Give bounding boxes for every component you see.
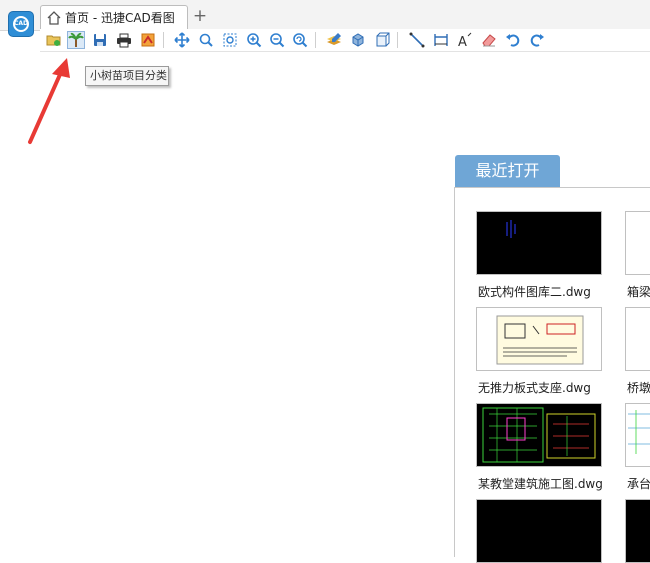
- tree-icon[interactable]: [67, 31, 85, 49]
- zoom-out-icon[interactable]: [268, 31, 286, 49]
- toolbar-tooltip: 小树苗项目分类: [85, 66, 169, 86]
- cube-icon[interactable]: [373, 31, 391, 49]
- recent-file-thumbnail[interactable]: [476, 211, 602, 275]
- tab-title: 首页 - 迅捷CAD看图: [65, 11, 175, 25]
- recent-file-name[interactable]: 桥墩: [627, 379, 650, 396]
- recent-file-thumbnail[interactable]: [476, 499, 602, 563]
- app-logo-icon[interactable]: CAD: [8, 11, 34, 37]
- recent-file-thumbnail[interactable]: [625, 307, 650, 371]
- undo-icon[interactable]: [504, 31, 522, 49]
- measure-line-icon[interactable]: [408, 31, 426, 49]
- recent-file-name[interactable]: 无推力板式支座.dwg: [478, 379, 591, 396]
- zoom-in-icon[interactable]: [245, 31, 263, 49]
- zoom-previous-icon[interactable]: [291, 31, 309, 49]
- recent-file-thumbnail[interactable]: [476, 307, 602, 371]
- svg-text:A: A: [458, 35, 467, 48]
- recent-files-title: 最近打开: [455, 155, 560, 187]
- recent-file-name[interactable]: 箱梁: [627, 283, 650, 300]
- open-file-icon[interactable]: [45, 31, 63, 49]
- drawing-preview-icon: [628, 410, 650, 454]
- tab-home[interactable]: 首页 - 迅捷CAD看图: [40, 5, 188, 29]
- toolbar-divider: [315, 32, 316, 48]
- home-icon: [47, 10, 61, 25]
- dimension-icon[interactable]: [432, 31, 450, 49]
- toolbar: A: [40, 29, 650, 52]
- eraser-icon[interactable]: [480, 31, 498, 49]
- text-icon[interactable]: A: [456, 31, 474, 49]
- 3d-view-icon[interactable]: [349, 31, 367, 49]
- layers-icon[interactable]: [325, 31, 343, 49]
- save-icon[interactable]: [91, 31, 109, 49]
- recent-file-name[interactable]: 承台: [627, 475, 650, 492]
- drawing-preview-icon: [506, 220, 516, 238]
- recent-file-thumbnail[interactable]: [625, 499, 650, 563]
- drawing-preview-icon: [496, 315, 584, 365]
- drawing-preview-icon: [482, 407, 596, 463]
- zoom-extents-icon[interactable]: [221, 31, 239, 49]
- recent-file-thumbnail[interactable]: [476, 403, 602, 467]
- recent-file-thumbnail[interactable]: [625, 403, 650, 467]
- new-tab-button[interactable]: +: [191, 6, 209, 26]
- redo-icon[interactable]: [528, 31, 546, 49]
- pan-icon[interactable]: [173, 31, 191, 49]
- print-icon[interactable]: [115, 31, 133, 49]
- zoom-window-icon[interactable]: [197, 31, 215, 49]
- toolbar-divider: [397, 32, 398, 48]
- recent-file-name[interactable]: 某教堂建筑施工图.dwg: [478, 475, 603, 492]
- export-pdf-icon[interactable]: [139, 31, 157, 49]
- recent-file-thumbnail[interactable]: [625, 211, 650, 275]
- toolbar-divider: [163, 32, 164, 48]
- recent-file-name[interactable]: 欧式构件图库二.dwg: [478, 283, 591, 300]
- red-arrow-annotation: [28, 58, 70, 144]
